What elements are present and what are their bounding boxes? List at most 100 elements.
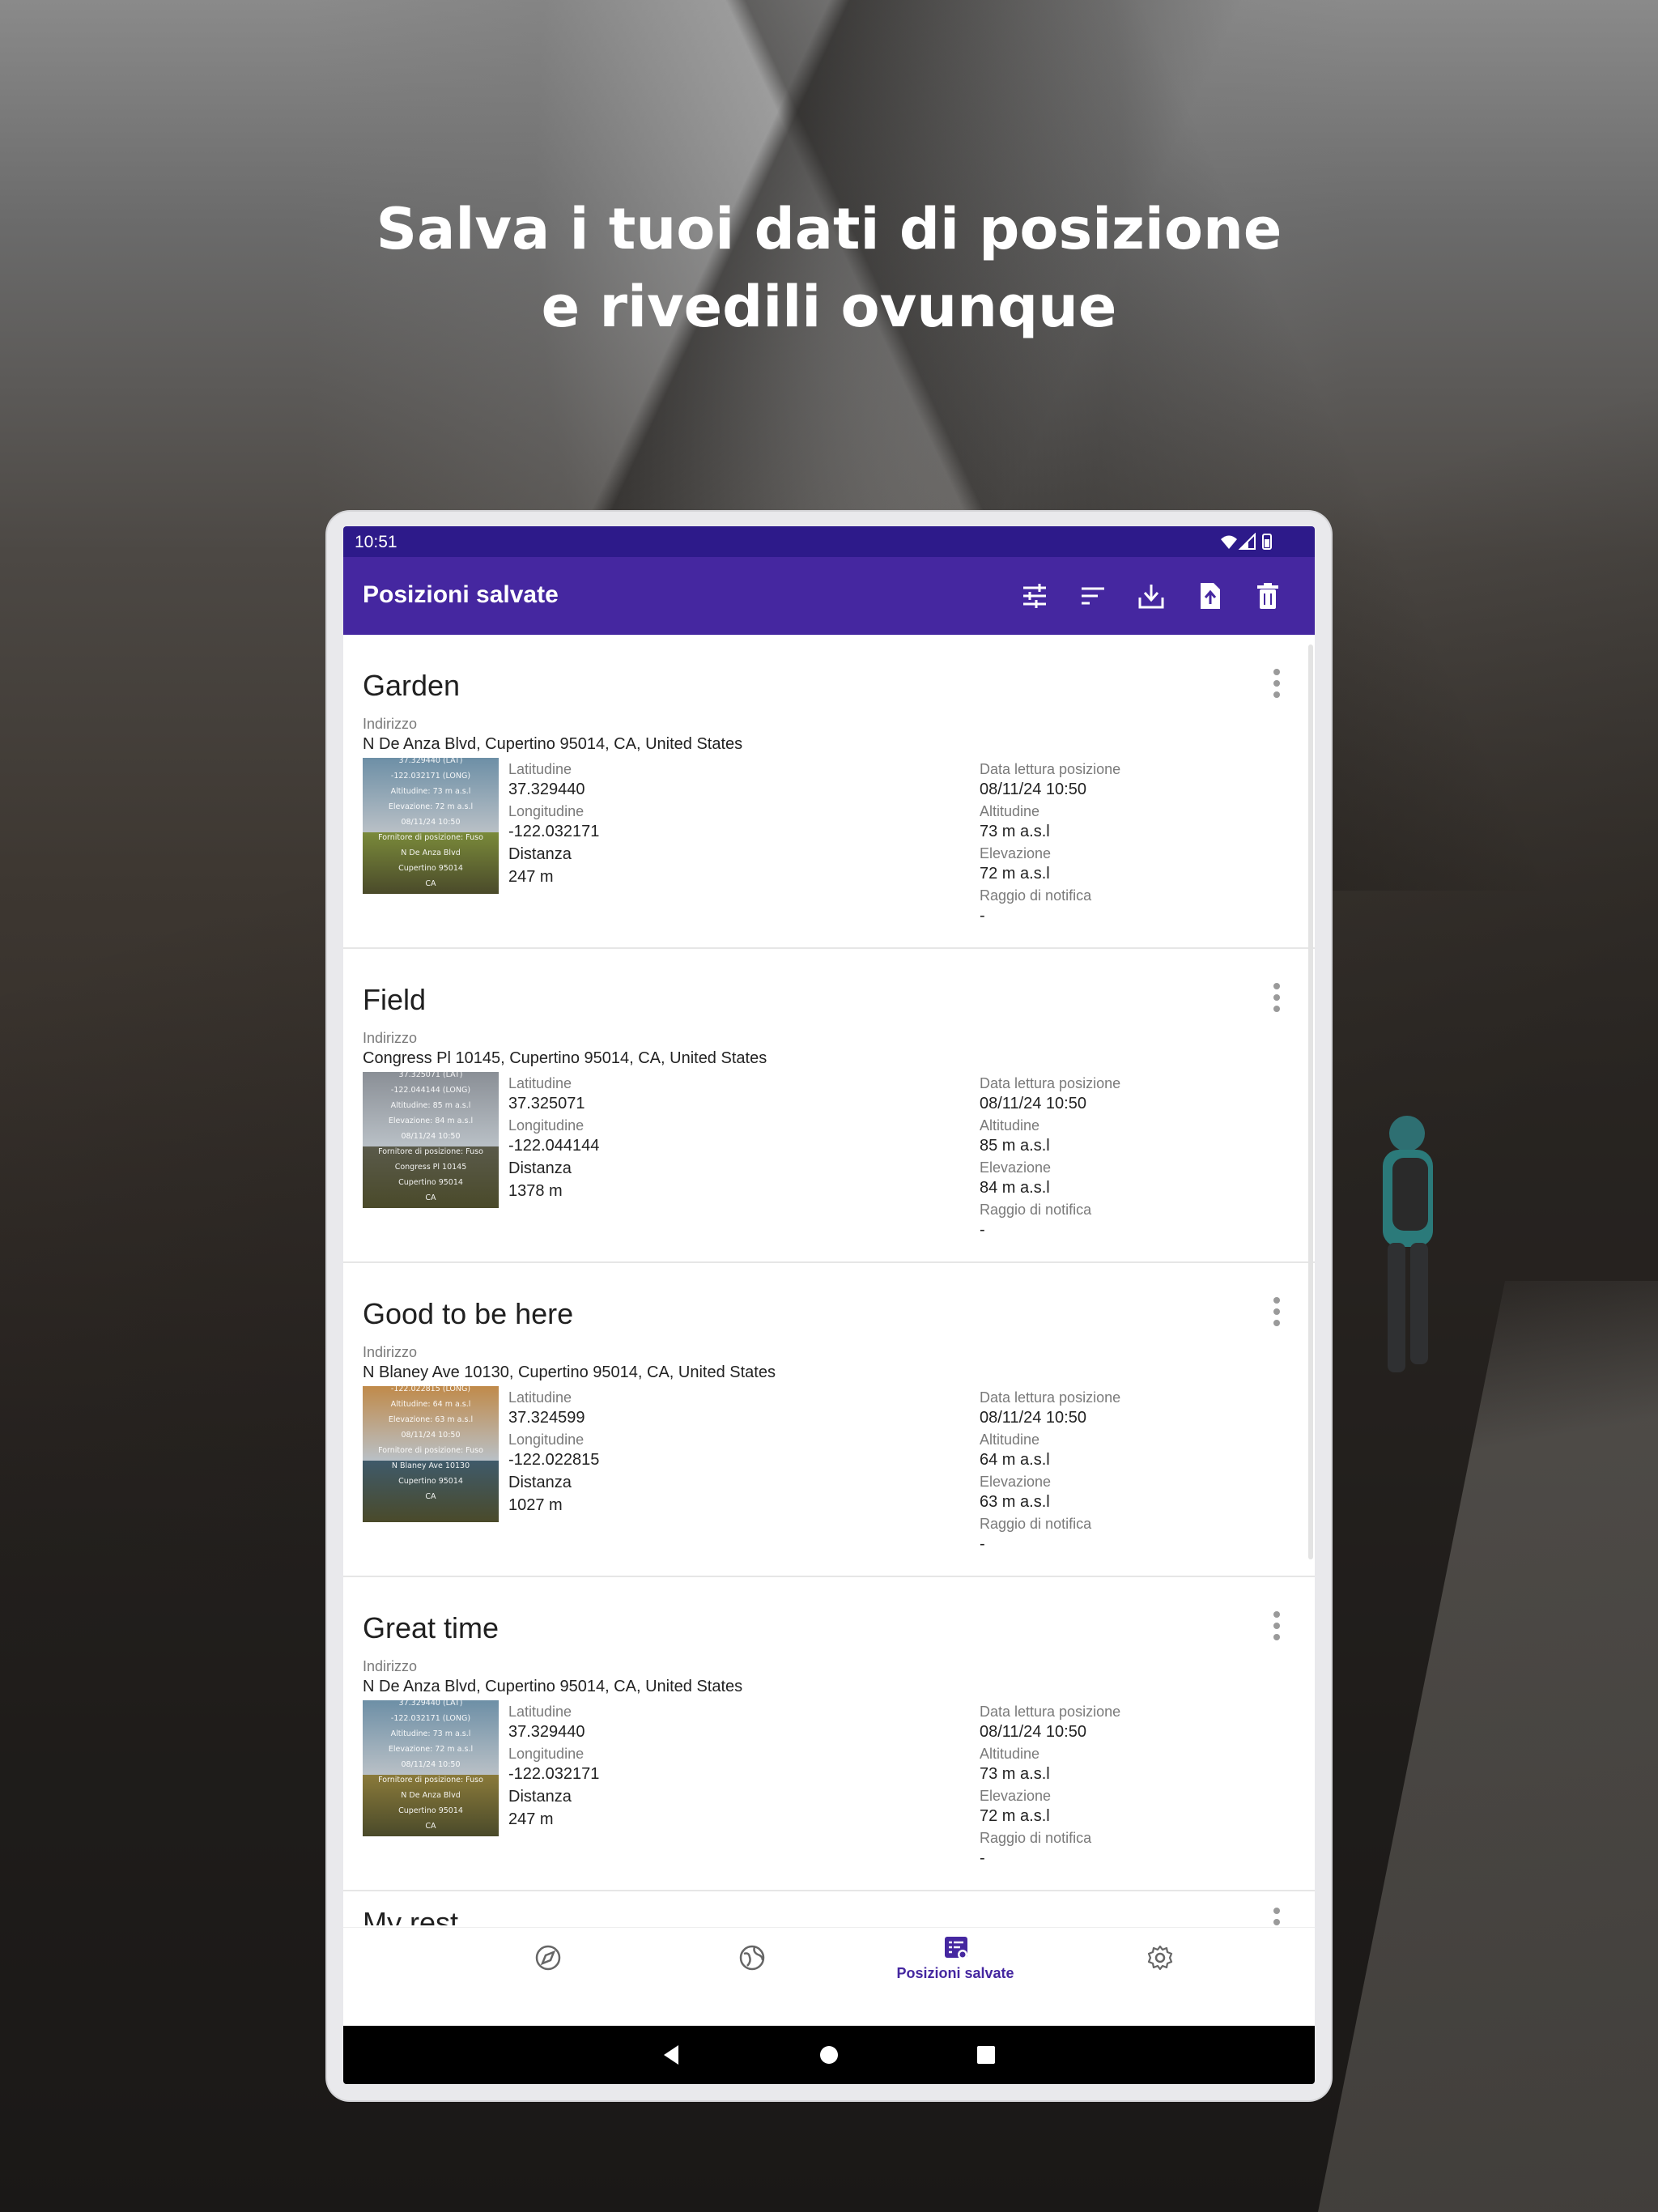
home-icon[interactable] [816, 2042, 842, 2068]
elevation-value: 63 m a.s.l [980, 1493, 1050, 1511]
location-card-field[interactable]: Field Indirizzo Congress Pl 10145, Cuper… [343, 949, 1315, 1263]
nav-map[interactable] [649, 1928, 853, 1997]
thumb-caption-line: N Blaney Ave 10130 [391, 1461, 470, 1470]
delete-icon[interactable] [1252, 580, 1284, 612]
thumb-caption-line: -122.032171 (LONG) [390, 772, 471, 781]
back-icon[interactable] [659, 2042, 685, 2068]
more-options-icon[interactable] [1273, 1295, 1281, 1328]
recents-icon[interactable] [973, 2042, 999, 2068]
latitude-value: 37.325071 [508, 1095, 585, 1112]
location-thumbnail[interactable]: 37.329440 (LAT) -122.032171 (LONG) Altitud… [363, 758, 499, 894]
tune-icon[interactable] [1018, 580, 1051, 612]
thumb-caption-line: United States [363, 891, 499, 894]
notify-radius-label: Raggio di notifica [980, 1830, 1092, 1846]
thumb-caption: 37.329440 (LAT) -122.032171 (LONG) Altitud… [363, 1700, 499, 1836]
nav-settings[interactable] [1057, 1928, 1261, 1997]
thumb-caption-line: Cupertino 95014 [398, 1806, 463, 1815]
notify-radius-label: Raggio di notifica [980, 1516, 1092, 1532]
location-thumbnail[interactable]: -122.022815 (LONG) Altitudine: 64 m a.s.l… [363, 1386, 499, 1522]
address-label: Indirizzo [363, 1658, 418, 1674]
more-options-icon[interactable] [1273, 981, 1281, 1014]
notify-radius-value: - [980, 1535, 985, 1553]
distance-label: Distanza [508, 1159, 572, 1177]
thumb-caption-line: Cupertino 95014 [398, 864, 463, 873]
altitude-label: Altitudine [980, 1117, 1040, 1134]
latitude-label: Latitudine [508, 1075, 572, 1091]
thumb-caption-line: Elevazione: 63 m a.s.l [388, 1415, 474, 1424]
distance-value: 247 m [508, 868, 554, 886]
app-bar: Posizioni salvate [343, 557, 1315, 635]
status-icons [1221, 533, 1272, 550]
saved-locations-list[interactable]: Garden Indirizzo N De Anza Blvd, Cuperti… [343, 635, 1315, 1925]
location-card-great-time[interactable]: Great time Indirizzo N De Anza Blvd, Cup… [343, 1577, 1315, 1891]
location-thumbnail[interactable]: 37.329440 (LAT) -122.032171 (LONG) Altitud… [363, 1700, 499, 1836]
more-options-icon[interactable] [1273, 1906, 1281, 1925]
thumb-caption-line: Altitudine: 73 m a.s.l [390, 1729, 471, 1738]
more-options-icon[interactable] [1273, 667, 1281, 700]
distance-label: Distanza [508, 1788, 572, 1806]
location-card-garden[interactable]: Garden Indirizzo N De Anza Blvd, Cuperti… [343, 635, 1315, 949]
elevation-value: 84 m a.s.l [980, 1179, 1050, 1197]
location-card-my-rest[interactable]: My rest [343, 1893, 1315, 1925]
date-label: Data lettura posizione [980, 1704, 1121, 1720]
thumb-caption-line: -122.044144 (LONG) [390, 1086, 471, 1095]
distance-label: Distanza [508, 1474, 572, 1491]
thumb-caption-line: 08/11/24 10:50 [401, 1431, 461, 1440]
more-options-icon[interactable] [1273, 1610, 1281, 1642]
saved-list-icon [945, 1937, 967, 1959]
thumb-caption-line: Fornitore di posizione: Fuso [378, 833, 483, 842]
globe-icon [739, 1945, 765, 1971]
thumb-caption-line: 08/11/24 10:50 [401, 1760, 461, 1769]
export-icon[interactable] [1193, 580, 1226, 612]
thumb-caption-line: N De Anza Blvd [401, 849, 461, 857]
location-name: Garden [363, 669, 461, 702]
status-time: 10:51 [355, 533, 397, 551]
elevation-label: Elevazione [980, 1159, 1052, 1176]
distance-value: 247 m [508, 1810, 554, 1828]
thumb-caption-line: Fornitore di posizione: Fuso [378, 1147, 483, 1156]
address-value: N Blaney Ave 10130, Cupertino 95014, CA,… [363, 1363, 776, 1381]
thumb-caption: 37.329440 (LAT) -122.032171 (LONG) Altitud… [363, 758, 499, 894]
system-navigation-bar [343, 2026, 1315, 2084]
settings-icon [1147, 1945, 1173, 1971]
distance-value: 1027 m [508, 1496, 563, 1514]
nav-saved-positions-label: Posizioni salvate [896, 1965, 1014, 1981]
elevation-label: Elevazione [980, 845, 1052, 861]
address-value: N De Anza Blvd, Cupertino 95014, CA, Uni… [363, 1678, 743, 1695]
thumb-caption-line: -122.032171 (LONG) [390, 1714, 471, 1723]
date-value: 08/11/24 10:50 [980, 781, 1086, 798]
thumb-caption-line: Cupertino 95014 [398, 1477, 463, 1486]
thumb-caption-line: Altitudine: 73 m a.s.l [390, 787, 471, 796]
thumb-caption: 37.325071 (LAT) -122.044144 (LONG) Altitud… [363, 1072, 499, 1206]
import-icon[interactable] [1135, 580, 1167, 612]
nav-compass[interactable] [445, 1928, 649, 1997]
longitude-label: Longitudine [508, 1746, 585, 1762]
promo-headline: Salva i tuoi dati di posizione e rivedil… [0, 190, 1658, 346]
list-scrollbar[interactable] [1308, 644, 1313, 1559]
address-label: Indirizzo [363, 1344, 418, 1360]
location-name: Great time [363, 1611, 500, 1644]
thumb-caption-line: 37.329440 (LAT) [398, 1700, 463, 1708]
location-name: Good to be here [363, 1297, 574, 1330]
wifi-icon [1221, 535, 1237, 549]
date-label: Data lettura posizione [980, 761, 1121, 777]
latitude-value: 37.324599 [508, 1409, 585, 1427]
elevation-value: 72 m a.s.l [980, 1807, 1050, 1825]
location-card-good-to-be-here[interactable]: Good to be here Indirizzo N Blaney Ave 1… [343, 1263, 1315, 1577]
thumb-caption-line: Cupertino 95014 [398, 1178, 463, 1187]
date-value: 08/11/24 10:50 [980, 1409, 1086, 1427]
date-label: Data lettura posizione [980, 1075, 1121, 1091]
thumb-caption-line: N De Anza Blvd [401, 1791, 461, 1800]
tablet-frame: 10:51 Posizioni salvate Garden Indirizzo… [327, 512, 1331, 2100]
thumb-caption-line: -122.022815 (LONG) [390, 1386, 471, 1393]
altitude-value: 73 m a.s.l [980, 823, 1050, 840]
notify-radius-value: - [980, 907, 985, 925]
thumb-caption: -122.022815 (LONG) Altitudine: 64 m a.s.l… [363, 1386, 499, 1504]
latitude-label: Latitudine [508, 761, 572, 777]
nav-saved-positions[interactable]: Posizioni salvate [853, 1928, 1057, 1997]
latitude-label: Latitudine [508, 1704, 572, 1720]
notify-radius-label: Raggio di notifica [980, 887, 1092, 904]
location-thumbnail[interactable]: 37.325071 (LAT) -122.044144 (LONG) Altitud… [363, 1072, 499, 1208]
sort-icon[interactable] [1077, 580, 1109, 612]
thumb-caption-line: Elevazione: 84 m a.s.l [388, 1117, 474, 1125]
